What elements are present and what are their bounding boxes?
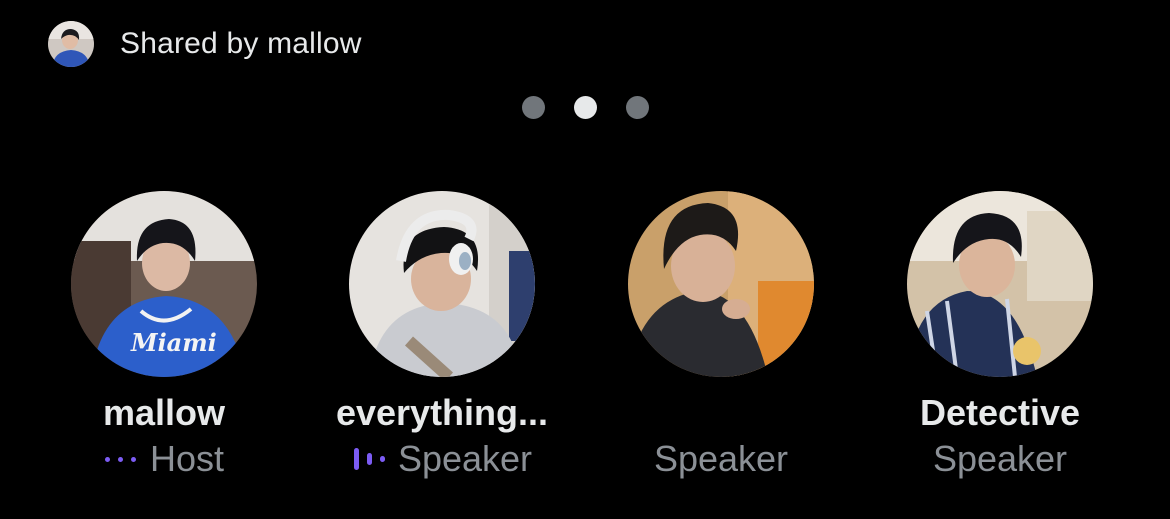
participant-detective[interactable]: Detective Speaker	[860, 191, 1140, 481]
page-dot-2-active[interactable]	[573, 96, 597, 119]
participant-avatar[interactable]	[628, 191, 814, 377]
participant-mallow[interactable]: Miami mallow Host	[24, 191, 304, 481]
participant-avatar[interactable]	[907, 191, 1093, 377]
participant-role: Speaker	[654, 437, 788, 481]
participant-role: Speaker	[933, 437, 1067, 481]
participant-role-label: Speaker	[397, 438, 533, 479]
page-dot-1[interactable]	[521, 96, 545, 119]
svg-text:Miami: Miami	[130, 328, 217, 357]
shared-by-row[interactable]: Shared by mallow	[48, 20, 362, 68]
participant-role: Speaker	[352, 437, 532, 481]
participant-avatar[interactable]	[349, 191, 535, 377]
participant-name: Detective	[919, 392, 1081, 433]
participant-role: Host	[104, 437, 224, 481]
audio-indicator-dots-icon	[104, 452, 138, 466]
participant-role-label: Speaker	[932, 438, 1068, 479]
participant-role-label: Host	[149, 438, 225, 479]
sharer-avatar[interactable]	[48, 21, 94, 67]
page-dot-3[interactable]	[625, 96, 649, 119]
participant-avatar[interactable]: Miami	[71, 191, 257, 377]
participant-everything[interactable]: everything... Speaker	[302, 191, 582, 481]
audio-indicator-bars-icon	[352, 447, 386, 471]
participant-role-label: Speaker	[653, 438, 789, 479]
shared-by-label: Shared by mallow	[120, 27, 362, 60]
page-indicator	[0, 96, 1170, 119]
space-card: Shared by mallow Miami mallow Host every…	[0, 0, 1170, 519]
participant-name: everything...	[335, 392, 549, 433]
participant-unnamed[interactable]: Speaker	[581, 191, 861, 481]
participant-name: mallow	[102, 392, 226, 433]
